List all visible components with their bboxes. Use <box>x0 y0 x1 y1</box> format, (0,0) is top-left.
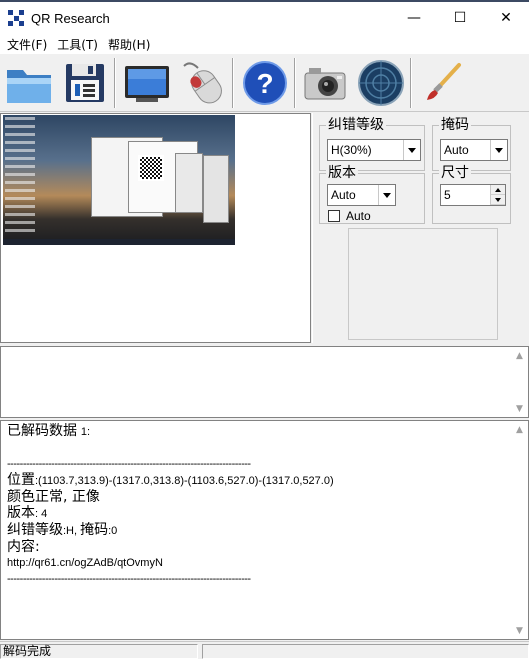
toolbar-separator <box>410 58 412 108</box>
spin-down-button[interactable] <box>491 195 505 205</box>
vertical-scrollbar[interactable]: ▲ ▼ <box>511 347 528 417</box>
size-value: 5 <box>444 188 451 202</box>
image-preview-pane[interactable] <box>0 113 311 343</box>
open-folder-icon[interactable] <box>2 56 56 110</box>
thumbnail-window <box>203 155 229 223</box>
thumbnail-taskbar <box>3 239 235 245</box>
maximize-button[interactable]: ☐ <box>437 2 483 34</box>
settings-pane: 纠错等级 H(30%) 掩码 Auto 版本 Auto Auto 尺寸 5 <box>312 113 529 343</box>
ec-out-label: 纠错等级 <box>7 522 63 538</box>
toolbar-separator <box>232 58 234 108</box>
svg-text:?: ? <box>256 68 273 99</box>
arrow-down-icon <box>495 197 501 202</box>
scroll-down-icon[interactable]: ▼ <box>511 400 528 417</box>
status-panel <box>202 644 529 659</box>
menu-file[interactable]: 文件(F) <box>2 36 52 53</box>
mask-out-value: :0 <box>108 525 118 537</box>
position-line: 位置:(1103.7,313.9)-(1317.0,313.8)-(1103.6… <box>7 472 507 489</box>
qr-code-thumbnail <box>138 155 164 181</box>
scroll-down-icon[interactable]: ▼ <box>511 622 528 639</box>
position-value: :(1103.7,313.9)-(1317.0,313.8)-(1103.6,5… <box>35 475 334 487</box>
thumbnail-window <box>175 153 203 213</box>
separator-line: ----------------------------------------… <box>7 458 251 470</box>
scroll-up-icon[interactable]: ▲ <box>511 347 528 364</box>
save-disk-icon[interactable] <box>58 56 112 110</box>
output-header-index: 1: <box>80 426 91 438</box>
toolbar: ? <box>0 54 529 112</box>
minimize-button[interactable]: — <box>391 2 437 34</box>
input-text-area[interactable]: ▲ ▼ <box>0 346 529 418</box>
version-group: 版本 Auto Auto <box>319 165 425 224</box>
color-line: 颜色正常, 正像 <box>7 489 100 505</box>
mask-select[interactable]: Auto <box>440 139 508 161</box>
close-button[interactable]: ✕ <box>483 2 529 34</box>
size-label: 尺寸 <box>439 165 471 181</box>
checkbox-icon[interactable] <box>328 210 340 222</box>
monitor-icon[interactable] <box>120 56 174 110</box>
arrow-up-icon <box>495 187 501 192</box>
size-stepper[interactable]: 5 <box>440 184 506 206</box>
chevron-down-icon[interactable] <box>490 140 507 160</box>
spin-up-button[interactable] <box>491 185 505 195</box>
toolbar-separator <box>114 58 116 108</box>
desktop-icons <box>5 117 35 235</box>
version-out-value: : 4 <box>35 508 48 520</box>
output-header: 已解码数据 <box>7 423 77 439</box>
version-value: Auto <box>331 188 356 202</box>
menu-help[interactable]: 帮助(H) <box>103 36 155 53</box>
ec-level-value: H(30%) <box>331 143 372 157</box>
mask-value: Auto <box>444 143 469 157</box>
ec-line: 纠错等级:H, 掩码:0 <box>7 522 507 539</box>
radar-scan-icon[interactable] <box>354 56 408 110</box>
ec-level-select[interactable]: H(30%) <box>327 139 421 161</box>
status-text: 解码完成 <box>0 644 198 659</box>
version-line: 版本: 4 <box>7 505 507 522</box>
version-select[interactable]: Auto <box>327 184 396 206</box>
version-label: 版本 <box>326 165 358 181</box>
separator-line: ----------------------------------------… <box>7 573 251 585</box>
size-group: 尺寸 5 <box>432 165 511 224</box>
position-label: 位置 <box>7 472 35 488</box>
chevron-down-icon[interactable] <box>378 185 395 205</box>
toolbar-separator <box>294 58 296 108</box>
brush-icon[interactable] <box>416 56 470 110</box>
menu-tools[interactable]: 工具(T) <box>52 36 103 53</box>
version-out-label: 版本 <box>7 505 35 521</box>
vertical-scrollbar[interactable]: ▲ ▼ <box>511 421 528 639</box>
help-icon[interactable]: ? <box>238 56 292 110</box>
content-value: http://qr61.cn/ogZAdB/qtOvmyN <box>7 557 163 569</box>
title-bar: QR Research — ☐ ✕ <box>0 0 529 34</box>
qr-app-icon <box>8 10 24 26</box>
content-label: 内容: <box>7 539 40 555</box>
mask-out-label: 掩码 <box>80 522 109 538</box>
ec-level-label: 纠错等级 <box>326 117 386 133</box>
chevron-down-icon[interactable] <box>403 140 420 160</box>
screenshot-thumbnail <box>3 115 235 245</box>
version-auto-checkbox[interactable]: Auto <box>328 209 371 223</box>
scroll-up-icon[interactable]: ▲ <box>511 421 528 438</box>
version-auto-label: Auto <box>346 209 371 223</box>
status-bar: 解码完成 <box>0 641 529 659</box>
mask-label: 掩码 <box>439 117 471 133</box>
ec-out-value: :H, <box>63 525 81 537</box>
camera-icon[interactable] <box>298 56 352 110</box>
output-header-line: 已解码数据 1: <box>7 423 507 440</box>
mouse-icon[interactable] <box>176 56 230 110</box>
window-title: QR Research <box>31 10 110 26</box>
menu-bar: 文件(F) 工具(T) 帮助(H) <box>0 34 529 54</box>
decode-output-area[interactable]: 已解码数据 1: -------------------------------… <box>0 420 529 640</box>
qr-preview-box <box>348 228 498 340</box>
